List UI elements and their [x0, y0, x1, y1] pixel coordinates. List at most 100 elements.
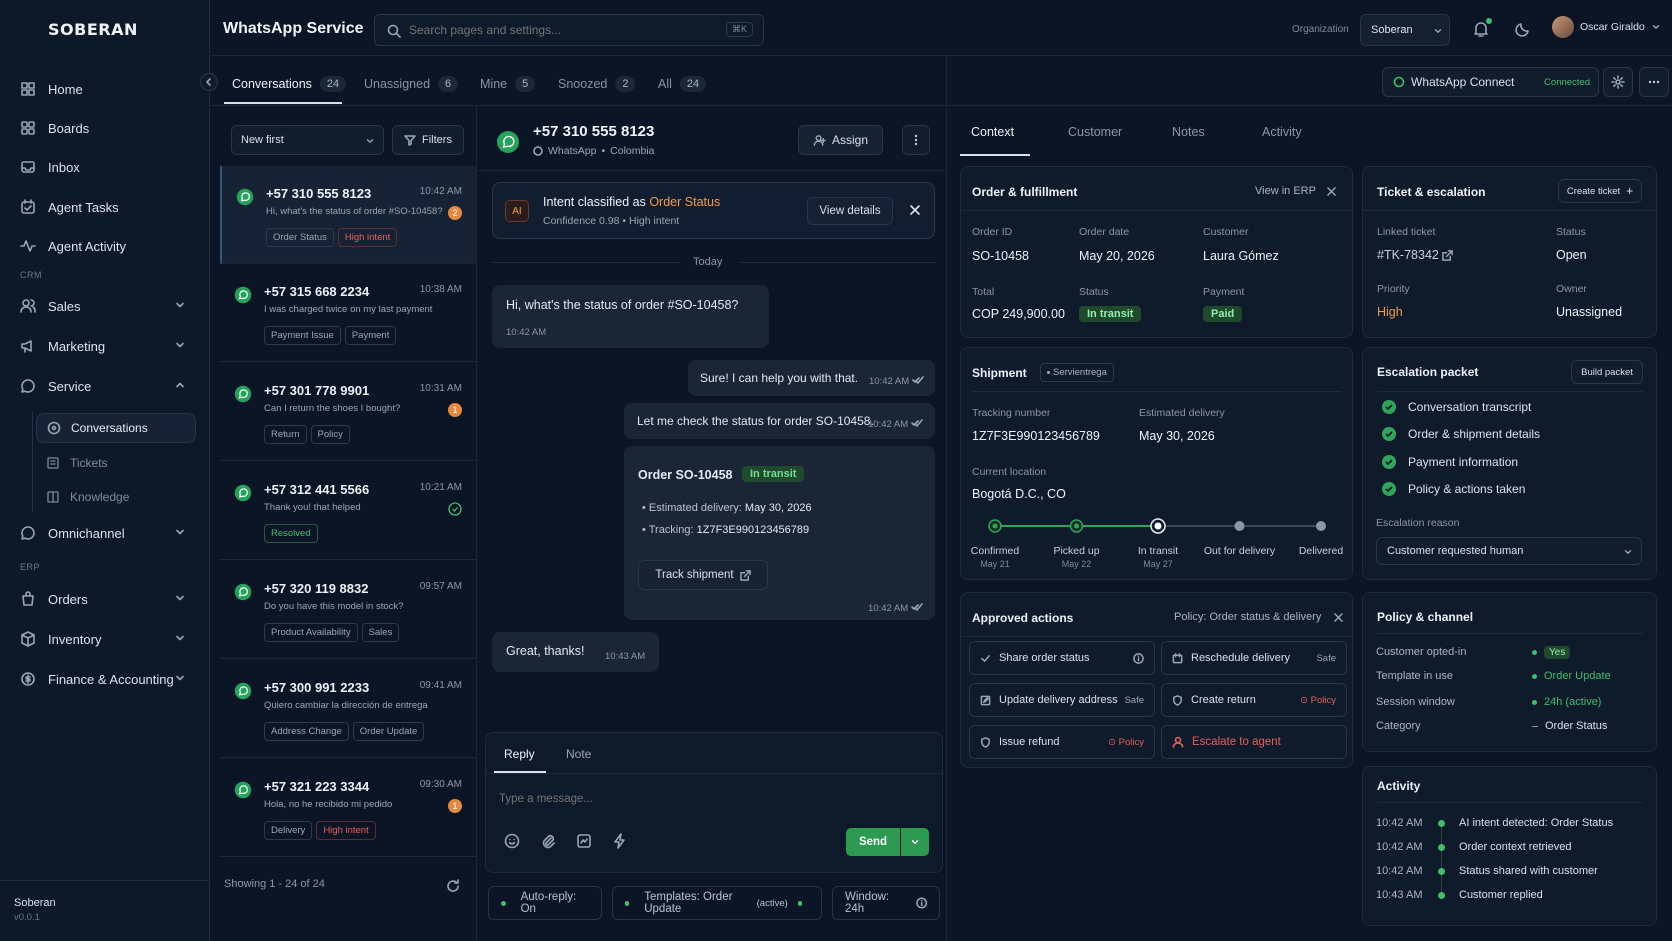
nav-finance[interactable]: Finance & Accounting [14, 662, 194, 696]
org-select[interactable]: Soberan [1360, 14, 1450, 46]
template-icon[interactable] [576, 833, 592, 849]
action-escalate-to-agent[interactable]: Escalate to agent [1161, 725, 1347, 759]
action-share-order-status[interactable]: Share order status [969, 641, 1155, 675]
edit-icon [980, 695, 991, 705]
conversation-item[interactable]: +57 320 119 8832 09:57 AM Do you have this… [220, 561, 476, 659]
linked-ticket-link[interactable]: #TK-78342 [1377, 248, 1454, 262]
unread-badge: 1 [448, 403, 462, 417]
conversation-item[interactable]: +57 300 991 2233 09:41 AM Quiero cambiar l… [220, 660, 476, 758]
note-tab[interactable]: Note [566, 747, 591, 761]
send-button[interactable]: Send [846, 828, 900, 856]
search-box[interactable]: ⌘K [374, 14, 764, 46]
whatsapp-small-icon [533, 146, 543, 156]
build-packet-button[interactable]: Build packet [1571, 360, 1643, 384]
tab-mine[interactable]: Mine 5 [480, 76, 536, 92]
paperclip-icon[interactable] [540, 833, 556, 849]
customer-label: Customer [1203, 226, 1249, 238]
conversation-tag: Resolved [264, 524, 318, 543]
ticket-escalation-card: Ticket & escalation Create ticket + Linke… [1362, 166, 1657, 338]
chat-more-button[interactable] [902, 125, 930, 155]
conversation-item[interactable]: +57 301 778 9901 10:31 AM Can I return the… [220, 363, 476, 461]
autoreply-status[interactable]: Auto-reply: On [488, 886, 602, 920]
action-policy-tag: ⊙ Policy [1108, 736, 1144, 748]
nav-home[interactable]: Home [14, 72, 194, 106]
policy-value: Yes [1532, 646, 1571, 659]
nav-sales[interactable]: Sales [14, 289, 194, 323]
action-create-return[interactable]: Create return ⊙ Policy [1161, 683, 1347, 717]
more-horizontal-icon [1648, 80, 1660, 84]
escalation-reason-value: Customer requested human [1387, 545, 1524, 557]
subnav-knowledge[interactable]: Knowledge [36, 482, 196, 512]
search-input[interactable] [409, 21, 709, 39]
conversation-phone: +57 315 668 2234 [264, 284, 370, 299]
tab-unassigned[interactable]: Unassigned 6 [364, 76, 459, 92]
nav-inbox[interactable]: Inbox [14, 150, 194, 184]
nav-marketing[interactable]: Marketing [14, 329, 194, 363]
close-icon[interactable] [1327, 187, 1336, 196]
tab-conversations[interactable]: Conversations 24 [232, 76, 347, 92]
settings-button[interactable] [1603, 67, 1633, 97]
whatsapp-connect-button[interactable]: WhatsApp Connect Connected [1382, 67, 1599, 97]
reply-tab[interactable]: Reply [504, 747, 535, 761]
assign-button[interactable]: Assign [798, 125, 883, 155]
conversation-item[interactable]: +57 315 668 2234 10:38 AM I was charged tw… [220, 264, 476, 362]
escalation-reason-select[interactable]: Customer requested human [1376, 537, 1642, 565]
track-shipment-button[interactable]: Track shipment [638, 560, 768, 590]
refresh-button[interactable] [446, 879, 460, 896]
policy-value: 24h (active) [1532, 696, 1601, 708]
create-ticket-button[interactable]: Create ticket + [1558, 179, 1642, 203]
send-options-button[interactable] [901, 828, 929, 856]
policy-key: Customer opted-in [1376, 646, 1467, 658]
chat-country: Colombia [610, 145, 655, 157]
view-in-erp-link[interactable]: View in ERP [1255, 185, 1316, 197]
chevron-down-icon [366, 139, 374, 143]
close-icon[interactable] [1334, 613, 1343, 622]
emoji-icon[interactable] [504, 833, 520, 849]
conversation-time: 10:31 AM [419, 383, 462, 394]
user-menu[interactable]: Oscar Giraldo [1552, 16, 1661, 38]
whatsapp-icon [234, 583, 252, 601]
policy-value-text: 24h (active) [1544, 696, 1602, 708]
nav-service[interactable]: Service [14, 369, 194, 403]
notifications-button[interactable] [1472, 18, 1492, 41]
lightning-icon[interactable] [612, 833, 628, 849]
subnav-tickets[interactable]: Tickets [36, 448, 196, 478]
conversation-item[interactable]: +57 321 223 3344 09:30 AM Hola, no he reci… [220, 759, 476, 857]
tab-notes[interactable]: Notes [1172, 125, 1205, 139]
tab-activity[interactable]: Activity [1262, 125, 1302, 139]
sort-select[interactable]: New first [231, 125, 384, 155]
conversation-tag: Sales [361, 623, 400, 642]
policy-value: Order Status [1532, 720, 1607, 732]
action-update-delivery-address[interactable]: Update delivery address Safe [969, 683, 1155, 717]
order-card-title: Order SO-10458 [638, 468, 733, 482]
tab-snoozed[interactable]: Snoozed 2 [558, 76, 636, 92]
more-button[interactable] [1639, 67, 1669, 97]
coin-icon [21, 672, 35, 686]
tab-context[interactable]: Context [971, 125, 1014, 139]
message-input[interactable] [499, 789, 919, 809]
nav-agent-tasks[interactable]: Agent Tasks [14, 190, 194, 224]
filters-button[interactable]: Filters [392, 125, 464, 155]
nav-orders[interactable]: Orders [14, 582, 194, 616]
theme-toggle-button[interactable] [1515, 21, 1531, 40]
conversation-phone: +57 310 555 8123 [266, 186, 372, 201]
window-status[interactable]: Window: 24h [832, 886, 940, 920]
action-issue-refund[interactable]: Issue refund ⊙ Policy [969, 725, 1155, 759]
templates-status[interactable]: Templates: Order Update (active) [612, 886, 822, 920]
nav-inventory[interactable]: Inventory [14, 622, 194, 656]
subnav-conversations[interactable]: Conversations [36, 413, 196, 443]
nav-omnichannel[interactable]: Omnichannel [14, 516, 194, 550]
action-policy-tag: ⊙ Policy [1300, 694, 1336, 706]
view-details-button[interactable]: View details [807, 197, 893, 225]
tab-all[interactable]: All 24 [658, 76, 707, 92]
nav-boards[interactable]: Boards [14, 111, 194, 145]
tab-customer[interactable]: Customer [1068, 125, 1122, 139]
more-vertical-icon [914, 134, 918, 146]
action-reschedule-delivery[interactable]: Reschedule delivery Safe [1161, 641, 1347, 675]
close-banner-button[interactable] [909, 204, 921, 219]
conversation-phone: +57 320 119 8832 [264, 581, 369, 596]
conversation-item[interactable]: +57 310 555 8123 10:42 AM Hi, what's the s… [220, 166, 476, 264]
nav-agent-activity[interactable]: Agent Activity [14, 229, 194, 263]
conversation-item[interactable]: +57 312 441 5566 10:21 AM Thank you! that … [220, 462, 476, 560]
timeline-step-dot [992, 523, 998, 529]
